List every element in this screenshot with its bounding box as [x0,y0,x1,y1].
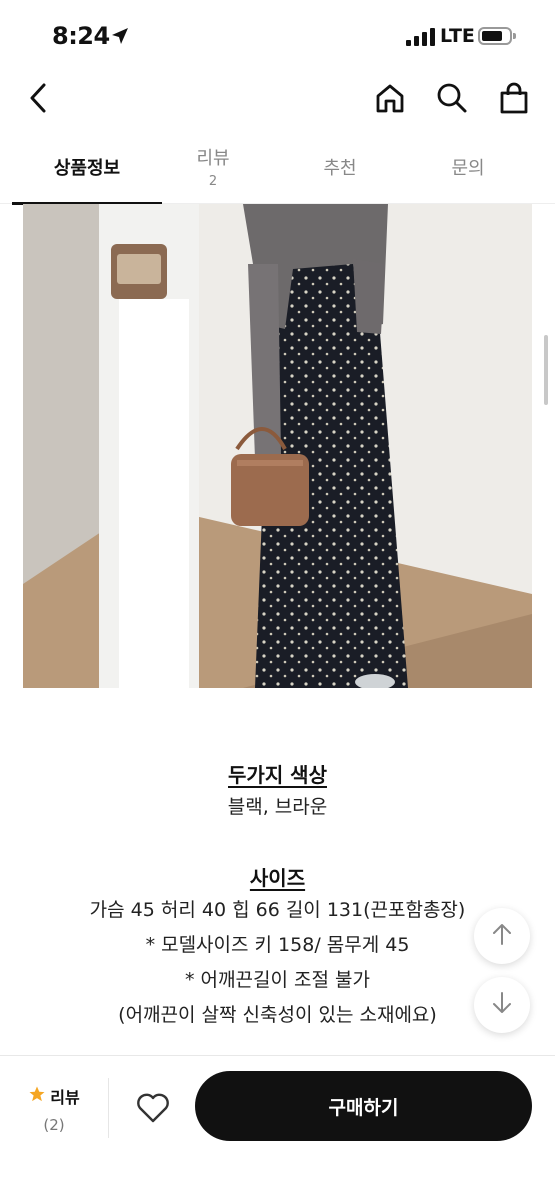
back-button[interactable] [18,80,58,120]
bottom-action-bar: 리뷰 (2) 구매하기 [0,1055,555,1200]
color-title: 두가지 색상 [228,763,327,787]
cart-button[interactable] [494,80,534,120]
review-label: 리뷰 [50,1088,80,1107]
wishlist-button[interactable] [131,1088,175,1132]
buy-button[interactable]: 구매하기 [195,1071,532,1141]
status-bar: 8:24 LTE [0,0,555,70]
arrow-up-icon [491,922,513,950]
size-title: 사이즈 [249,866,306,890]
tab-label: 문의 [451,158,485,179]
battery-icon [478,27,516,45]
back-arrow-icon [26,82,50,118]
arrow-down-icon [491,991,513,1019]
home-button[interactable] [370,80,410,120]
scroll-up-button[interactable] [474,908,530,964]
search-button[interactable] [432,80,472,120]
divider [108,1078,109,1138]
home-icon [374,82,406,118]
network-label: LTE [440,25,475,47]
product-photo [23,204,532,688]
product-description: 두가지 색상 블랙, 브라운 사이즈 가슴 45 허리 40 힙 66 길이 1… [0,760,555,1033]
size-line: 가슴 45 허리 40 힙 66 길이 131(끈포함총장) [89,899,466,921]
scroll-down-button[interactable] [474,977,530,1033]
size-line: * 모델사이즈 키 158/ 몸무게 45 [145,934,410,956]
tab-bar: 상품정보 리뷰 2 추천 문의 [0,140,555,205]
search-icon [436,82,468,118]
size-line: (어깨끈이 살짝 신축성이 있는 소재에요) [118,1004,437,1026]
status-time: 8:24 [52,22,110,50]
tab-inquiry[interactable]: 문의 [393,140,543,204]
review-count: (2) [43,1116,65,1134]
heart-icon [136,1093,170,1127]
signal-icon [406,28,435,46]
color-value: 블랙, 브라운 [227,796,328,818]
star-icon [28,1085,46,1107]
review-summary[interactable]: 리뷰 (2) [22,1084,86,1134]
shopping-bag-icon [498,82,530,118]
top-nav [0,70,555,130]
location-arrow-icon [110,26,130,50]
size-line: * 어깨끈길이 조절 불가 [185,969,370,991]
scrollbar-thumb[interactable] [544,335,548,405]
